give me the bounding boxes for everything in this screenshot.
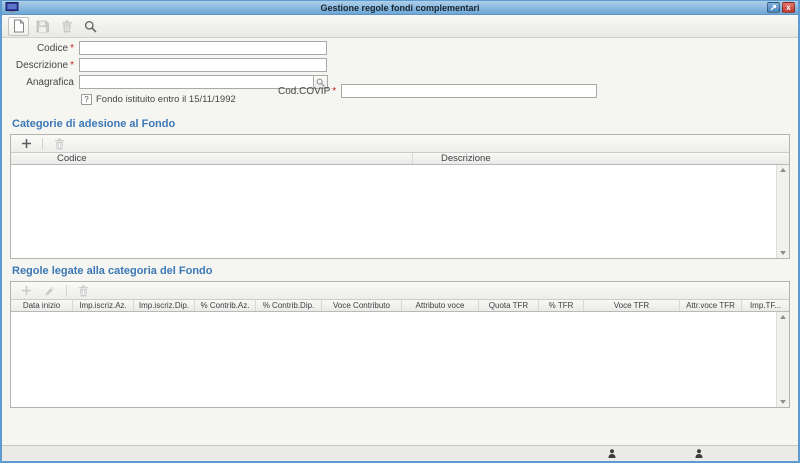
column-header-contrib-dip[interactable]: % Contrib.Dip. xyxy=(256,300,322,311)
rules-grid-rows xyxy=(11,312,776,407)
categories-grid-scrollbar[interactable] xyxy=(776,165,789,258)
column-header-quota-tfr[interactable]: Quota TFR xyxy=(479,300,539,311)
window-controls: x xyxy=(767,2,795,13)
new-document-icon xyxy=(12,19,25,33)
add-category-button[interactable] xyxy=(15,137,37,151)
required-marker: * xyxy=(332,85,337,97)
column-header-attr-voce-tfr[interactable]: Attr.voce TFR xyxy=(680,300,742,311)
restore-window-icon[interactable] xyxy=(767,2,780,13)
main-content: Codice * Descrizione * Anagrafica ? Fondo … xyxy=(2,38,798,445)
categories-section-title: Categorie di adesione al Fondo xyxy=(12,118,176,130)
trash-icon xyxy=(61,20,73,33)
toolbar-separator xyxy=(42,137,43,150)
gestione-regole-window: Gestione regole fondi complementari x Co… xyxy=(0,0,800,463)
column-header-contrib-az[interactable]: % Contrib.Az. xyxy=(195,300,256,311)
scroll-down-icon[interactable] xyxy=(780,400,786,404)
column-header-codice[interactable]: Codice xyxy=(11,153,413,164)
close-window-icon[interactable]: x xyxy=(782,2,795,13)
rules-grid-body xyxy=(11,312,789,407)
rules-grid-panel: Data inizio Imp.iscriz.Az. Imp.iscriz.Di… xyxy=(10,281,790,408)
scroll-down-icon[interactable] xyxy=(780,251,786,255)
titlebar: Gestione regole fondi complementari x xyxy=(2,1,798,15)
delete-category-button[interactable] xyxy=(48,137,70,151)
user-icon xyxy=(608,449,616,458)
plus-icon xyxy=(21,285,32,296)
new-record-button[interactable] xyxy=(8,16,29,36)
required-marker: * xyxy=(70,59,74,71)
save-button[interactable] xyxy=(32,17,53,36)
codice-row: Codice * xyxy=(2,41,798,55)
trash-icon xyxy=(54,138,65,150)
rules-grid-header: Data inizio Imp.iscriz.Az. Imp.iscriz.Di… xyxy=(11,300,789,312)
trash-icon xyxy=(78,285,89,297)
column-header-imp-iscriz-dip[interactable]: Imp.iscriz.Dip. xyxy=(134,300,195,311)
descrizione-input[interactable] xyxy=(79,58,327,72)
column-header-descrizione[interactable]: Descrizione xyxy=(413,153,789,164)
scroll-up-icon[interactable] xyxy=(780,168,786,172)
categories-grid-body xyxy=(11,165,789,258)
rules-grid-scrollbar[interactable] xyxy=(776,312,789,407)
search-icon xyxy=(84,20,97,33)
delete-button[interactable] xyxy=(56,17,77,36)
rules-section-title: Regole legate alla categoria del Fondo xyxy=(12,265,213,277)
cod-covip-label: Cod.COVIP * xyxy=(278,85,337,97)
cod-covip-input[interactable] xyxy=(341,84,597,98)
application-monitor-icon xyxy=(5,2,19,13)
add-rule-button[interactable] xyxy=(15,284,37,298)
categories-grid-header: Codice Descrizione xyxy=(11,153,789,165)
codice-input[interactable] xyxy=(79,41,327,55)
main-toolbar xyxy=(2,15,798,38)
cod-covip-group: Cod.COVIP * xyxy=(278,84,597,98)
search-button[interactable] xyxy=(80,17,101,36)
codice-label: Codice * xyxy=(36,42,74,54)
descrizione-row: Descrizione * xyxy=(2,58,798,72)
statusbar xyxy=(2,445,798,461)
toolbar-separator xyxy=(66,284,67,297)
descrizione-label: Descrizione * xyxy=(15,59,74,71)
required-marker: * xyxy=(70,42,74,54)
column-header-imp-tfr[interactable]: Imp.TF... xyxy=(742,300,789,311)
column-header-imp-iscriz-az[interactable]: Imp.iscriz.Az. xyxy=(73,300,134,311)
column-header-attributo-voce[interactable]: Attributo voce xyxy=(402,300,479,311)
user-icon xyxy=(695,449,703,458)
fondo-istituito-label: Fondo istituito entro il 15/11/1992 xyxy=(96,94,236,105)
fondo-istituito-checkbox[interactable]: ? xyxy=(81,94,92,105)
window-title: Gestione regole fondi complementari xyxy=(320,2,480,13)
pencil-icon xyxy=(44,285,56,297)
edit-rule-button[interactable] xyxy=(39,284,61,298)
categories-grid-panel: Codice Descrizione xyxy=(10,134,790,259)
categories-grid-rows xyxy=(11,165,776,258)
column-header-voce-tfr[interactable]: Voce TFR xyxy=(584,300,680,311)
column-header-pct-tfr[interactable]: % TFR xyxy=(539,300,584,311)
delete-rule-button[interactable] xyxy=(72,284,94,298)
scroll-up-icon[interactable] xyxy=(780,315,786,319)
plus-icon xyxy=(21,138,32,149)
column-header-voce-contributo[interactable]: Voce Contributo xyxy=(322,300,402,311)
column-header-data-inizio[interactable]: Data inizio xyxy=(11,300,73,311)
rules-grid-toolbar xyxy=(11,282,789,300)
save-icon xyxy=(36,20,49,33)
anagrafica-label: Anagrafica xyxy=(26,76,74,88)
indeterminate-glyph: ? xyxy=(84,95,89,104)
categories-grid-toolbar xyxy=(11,135,789,153)
